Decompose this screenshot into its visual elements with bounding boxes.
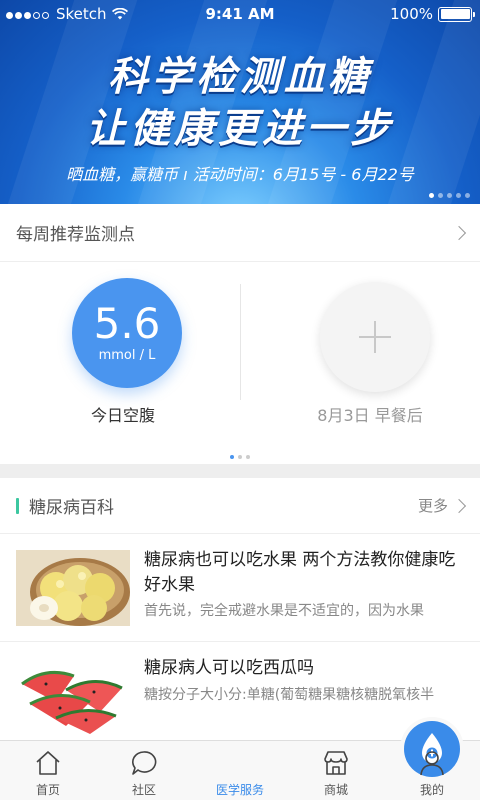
battery-percent: 100% [390,5,433,23]
section-accent-bar [16,497,19,514]
encyclopedia-header: 糖尿病百科 更多 [0,478,480,534]
tab-medical-service[interactable]: 医学服务 [192,721,460,800]
add-reading-button[interactable] [320,282,430,392]
banner-dot [429,193,434,198]
encyclopedia-section: 糖尿病百科 更多 糖尿病也可以吃水果 两个方法教你健康吃好水果 首先说，完全戒避… [0,478,480,740]
article-item[interactable]: 糖尿病也可以吃水果 两个方法教你健康吃好水果 首先说，完全戒避水果是不适宜的，因… [0,534,480,642]
bottom-tab-bar: 首页 社区 医学服务 商城 我的 [0,721,480,800]
tab-profile[interactable]: 我的 [384,741,480,800]
plus-icon [359,321,391,353]
article-title: 糖尿病人可以吃西瓜吗 [144,658,314,678]
reading-cell-next[interactable]: 8月3日 早餐后 [240,276,480,436]
glucose-value: 5.6 [93,299,161,348]
promo-banner[interactable]: Sketch 9:41 AM 100% 科学检测血糖 让健康更进一步 晒血糖，赢… [0,0,480,204]
article-summary: 糖按分子大小分:单糖(葡萄糖果糖核糖脱氧核半 [144,687,435,703]
article-title: 糖尿病也可以吃水果 两个方法教你健康吃好水果 [144,550,456,595]
battery-icon [438,6,475,22]
tab-label: 社区 [131,783,156,797]
banner-dot [456,193,461,198]
encyclopedia-title-text: 糖尿病百科 [29,498,114,518]
next-reading-label: 8月3日 早餐后 [317,406,423,425]
page-dot [246,455,250,459]
banner-dot [447,193,452,198]
reading-cell-today[interactable]: 5.6 mmol / L 今日空腹 [0,276,240,436]
store-icon [324,751,348,775]
banner-subtitle: 晒血糖，赢糖币 ı 活动时间：6月15号 - 6月22号 [66,165,414,184]
tab-label: 首页 [35,783,60,797]
banner-headline: 科学检测血糖 [108,54,372,100]
banner-page-indicator [429,193,470,198]
tab-store[interactable]: 商城 [288,741,384,800]
encyclopedia-title: 糖尿病百科 [16,493,114,518]
page-dot [238,455,242,459]
more-link[interactable]: 更多 [417,495,467,516]
reading-label: 今日空腹 [90,406,155,425]
weekly-title: 每周推荐监测点 [16,225,135,245]
banner-dot [465,193,470,198]
weekly-header[interactable]: 每周推荐监测点 [0,204,480,262]
home-icon [36,751,60,775]
chat-bubble-icon [132,751,157,775]
person-icon [420,751,444,776]
tab-home[interactable]: 首页 [0,741,96,800]
banner-headline-2: 让健康更进一步 [86,106,394,152]
tab-label: 我的 [419,783,444,797]
page-dot [230,455,234,459]
chevron-right-icon [451,225,467,240]
pear-image [16,550,130,626]
status-bar: Sketch 9:41 AM 100% [0,0,480,28]
weekly-monitoring-section: 每周推荐监测点 5.6 mmol / L 今日空腹 8月3日 早餐后 [0,204,480,464]
more-label: 更多 [417,497,448,515]
glucose-reading-circle[interactable]: 5.6 mmol / L [72,278,182,388]
glucose-unit: mmol / L [98,348,156,363]
tab-label: 医学服务 [215,783,264,797]
banner-dot [438,193,443,198]
article-summary: 首先说，完全戒避水果是不适宜的，因为水果 [144,603,424,619]
tab-community[interactable]: 社区 [96,741,192,800]
tab-label: 商城 [323,783,348,797]
chevron-right-icon [451,498,467,513]
status-right: 100% [390,5,475,23]
weekly-page-indicator [0,444,480,463]
watermelon-image [16,658,130,734]
